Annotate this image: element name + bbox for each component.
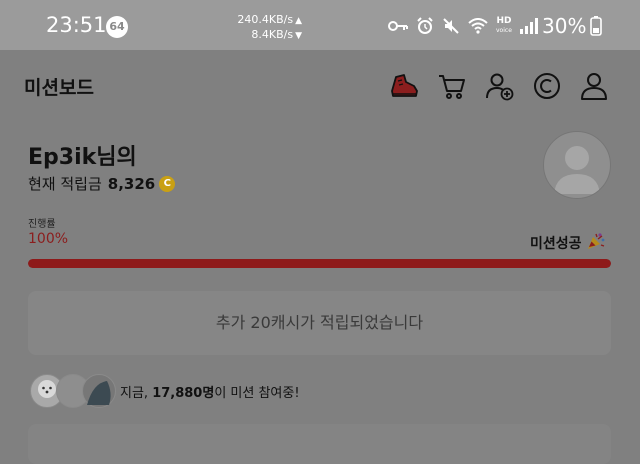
party-popper-icon [586,231,606,255]
profile-icon[interactable] [578,70,610,102]
participant-count-text: 지금, 17,880명이 미션 참여중! [120,382,300,401]
points-label: 현재 적립금 [28,175,102,193]
hd-voice-icon: HD voice [496,17,512,35]
participant-suffix: 이 미션 참여중! [214,386,300,401]
network-speed: 240.4KB/s ▲ 8.4KB/s ▼ [220,13,302,43]
upload-arrow-icon: ▲ [295,16,302,26]
signal-icon [519,18,538,34]
progress-bar-fill [28,259,611,268]
coin-c-icon[interactable] [531,70,563,102]
status-bar: 23:51 64 240.4KB/s ▲ 8.4KB/s ▼ HD voice 30… [0,0,640,50]
alarm-icon [416,17,434,35]
status-icons: HD voice [388,15,538,37]
hd-label: HD [496,16,512,26]
download-arrow-icon: ▼ [295,31,302,41]
mission-shoe-icon[interactable] [388,70,420,102]
default-avatar-icon [554,146,600,194]
progress-label: 진행률 [28,219,56,230]
upload-speed: 240.4KB/s [237,13,294,26]
hd-sub-label: voice [496,27,512,34]
notification-count-badge: 64 [106,16,128,38]
user-greeting: Ep3ik님의 [28,145,137,170]
vpn-key-icon [388,20,408,32]
avatar[interactable] [543,131,611,199]
wifi-icon [468,18,488,34]
battery-percent: 30% [542,14,587,38]
mute-icon [442,17,460,35]
next-card [28,424,611,464]
mission-status: 미션성공 [530,231,606,255]
progress-bar [28,259,611,268]
page-title: 미션보드 [24,77,94,99]
participant-prefix: 지금, [120,386,153,401]
participant-count: 17,880명 [152,386,215,401]
app-header: 미션보드 [0,50,640,120]
reward-message: 추가 20캐시가 적립되었습니다 [28,291,611,355]
mission-status-label: 미션성공 [530,236,582,252]
status-time: 23:51 [46,13,107,37]
points-value: 8,326 [107,174,156,193]
participant-avatar [82,374,116,408]
progress-value: 100% [28,231,69,247]
add-user-icon[interactable] [484,70,516,102]
points-row: 현재 적립금 8,326 C [28,173,176,194]
battery-icon [590,16,602,40]
cart-icon[interactable] [436,70,468,102]
coin-icon: C [159,175,176,192]
download-speed: 8.4KB/s [251,28,294,41]
